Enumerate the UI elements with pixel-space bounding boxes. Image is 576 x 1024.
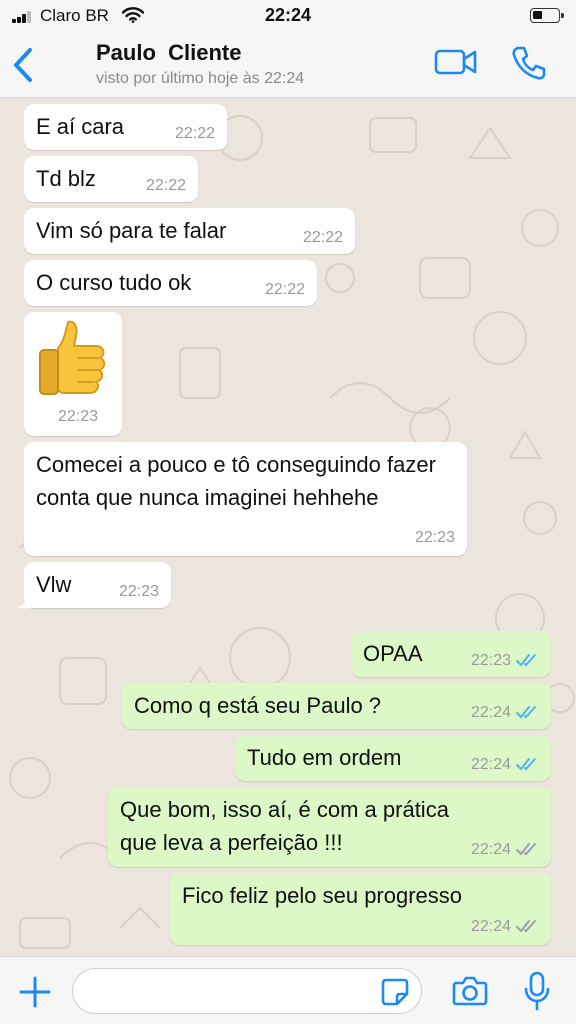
bubble-tail bbox=[17, 594, 31, 608]
sticker-icon bbox=[381, 978, 409, 1006]
message-time: 22:24 bbox=[470, 756, 511, 773]
camera-button[interactable] bbox=[452, 975, 488, 1007]
voice-call-button[interactable] bbox=[510, 44, 548, 82]
message-time: 22:23 bbox=[470, 652, 511, 669]
message-bubble-incoming[interactable]: Vim só para te falar 22:22 bbox=[24, 208, 355, 254]
contact-name[interactable]: Paulo Cliente bbox=[96, 40, 241, 66]
message-bubble-sticker[interactable]: 22:23 bbox=[24, 312, 122, 436]
message-text: Que bom, isso aí, é com a prática que le… bbox=[120, 797, 449, 855]
back-button[interactable] bbox=[10, 46, 38, 84]
message-bubble-outgoing[interactable]: Tudo em ordem 22:24 bbox=[235, 735, 551, 781]
message-text: O curso tudo ok bbox=[36, 270, 192, 295]
microphone-button[interactable] bbox=[524, 971, 550, 1011]
message-text: Fico feliz pelo seu progresso bbox=[182, 883, 463, 908]
camera-icon bbox=[452, 976, 488, 1006]
message-text: OPAA bbox=[363, 641, 423, 666]
message-text: Vlw bbox=[36, 572, 72, 597]
read-receipt-icon bbox=[516, 654, 536, 667]
message-time: 22:23 bbox=[58, 408, 99, 425]
message-text: Td blz bbox=[36, 166, 96, 191]
message-time: 22:22 bbox=[264, 281, 305, 298]
message-time: 22:24 bbox=[470, 841, 511, 858]
message-time: 22:22 bbox=[302, 229, 343, 246]
message-time: 22:24 bbox=[470, 918, 511, 935]
status-time: 22:24 bbox=[264, 5, 312, 25]
message-input-bar bbox=[0, 956, 576, 1024]
message-bubble-incoming[interactable]: Td blz 22:22 bbox=[24, 156, 198, 202]
message-list[interactable]: E aí cara 22:22 Td blz 22:22 Vim só para… bbox=[0, 98, 576, 956]
plus-icon bbox=[19, 976, 51, 1008]
message-time: 22:23 bbox=[414, 529, 455, 546]
message-text: Comecei a pouco e tô conseguindo fazer c… bbox=[36, 452, 436, 510]
message-time: 22:23 bbox=[118, 583, 159, 600]
message-bubble-incoming[interactable]: O curso tudo ok 22:22 bbox=[24, 260, 317, 306]
message-bubble-outgoing[interactable]: Fico feliz pelo seu progresso 22:24 bbox=[170, 873, 551, 945]
video-camera-icon bbox=[434, 49, 477, 75]
last-seen-status: visto por último hoje às 22:24 bbox=[96, 70, 305, 87]
message-time: 22:22 bbox=[145, 177, 186, 194]
read-receipt-icon bbox=[516, 758, 536, 771]
message-bubble-incoming[interactable]: Vlw 22:23 bbox=[17, 562, 171, 608]
microphone-icon bbox=[524, 971, 550, 1011]
message-time: 22:22 bbox=[174, 125, 215, 142]
message-text: Vim só para te falar bbox=[36, 218, 227, 243]
sticker-button[interactable] bbox=[380, 977, 410, 1007]
attach-button[interactable] bbox=[18, 975, 52, 1009]
status-bar: Claro BR 22:24 bbox=[0, 0, 576, 32]
video-call-button[interactable] bbox=[434, 46, 478, 78]
read-receipt-icon bbox=[516, 706, 536, 719]
thumbs-up-emoji bbox=[39, 320, 106, 395]
message-text: Como q está seu Paulo ? bbox=[134, 693, 382, 718]
message-text: E aí cara bbox=[36, 114, 125, 139]
battery-icon bbox=[530, 8, 564, 23]
chevron-left-icon bbox=[14, 48, 32, 82]
chat-header: Paulo Cliente visto por último hoje às 2… bbox=[0, 32, 576, 98]
message-time: 22:24 bbox=[470, 704, 511, 721]
message-bubble-incoming[interactable]: Comecei a pouco e tô conseguindo fazer c… bbox=[24, 442, 467, 556]
message-bubble-outgoing[interactable]: Como q está seu Paulo ? 22:24 bbox=[122, 683, 551, 729]
message-bubble-outgoing[interactable]: Que bom, isso aí, é com a prática que le… bbox=[108, 787, 551, 867]
message-input[interactable] bbox=[72, 968, 422, 1014]
delivered-receipt-icon bbox=[516, 843, 536, 856]
message-bubble-incoming[interactable]: E aí cara 22:22 bbox=[24, 104, 227, 150]
delivered-receipt-icon bbox=[516, 920, 536, 933]
phone-icon bbox=[512, 46, 546, 80]
message-text: Tudo em ordem bbox=[247, 745, 402, 770]
message-bubble-outgoing[interactable]: OPAA 22:23 bbox=[351, 631, 551, 677]
